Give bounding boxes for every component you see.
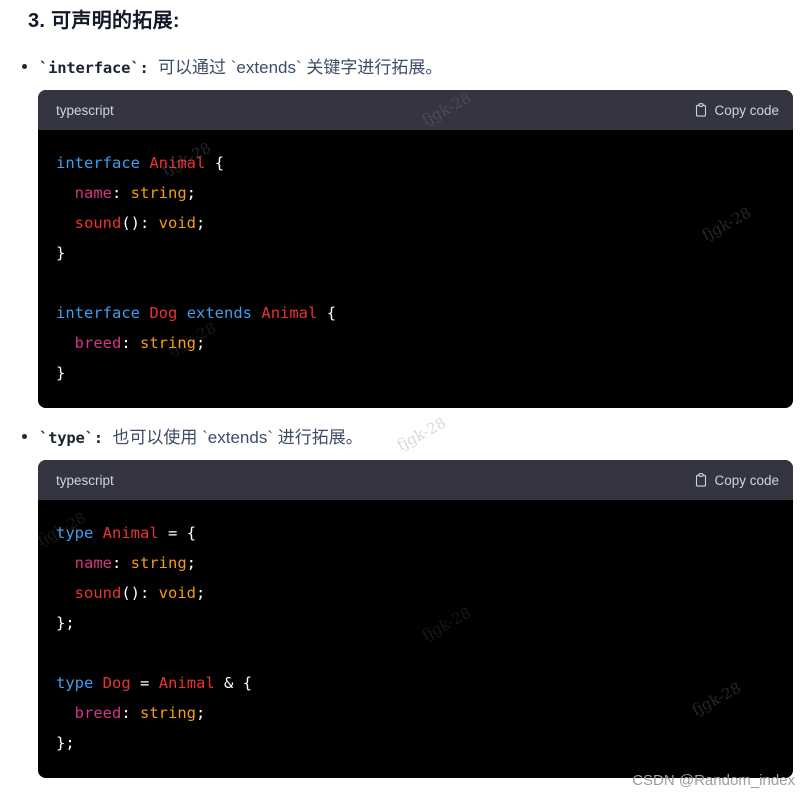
inline-code-interface: `interface`: xyxy=(39,59,149,77)
clipboard-icon xyxy=(695,473,707,487)
copy-code-button[interactable]: Copy code xyxy=(695,103,779,118)
code-text: type Animal = { name: string; sound(): v… xyxy=(56,524,253,752)
csdn-credit-watermark: CSDN @Random_index xyxy=(632,772,795,789)
code-block-header: typescript Copy code xyxy=(38,90,793,130)
list-item: `interface`: 可以通过 `extends` 关键字进行拓展。 xyxy=(22,56,442,80)
copy-code-button[interactable]: Copy code xyxy=(695,473,779,488)
code-text: interface Animal { name: string; sound()… xyxy=(56,154,337,382)
tiled-watermark: fjgk-28 xyxy=(393,413,449,455)
list-item-description: 也可以使用 `extends` 进行拓展。 xyxy=(112,428,363,447)
code-block-header: typescript Copy code xyxy=(38,460,793,500)
list-item: `type`: 也可以使用 `extends` 进行拓展。 xyxy=(22,426,363,450)
page-title: 3. 可声明的拓展: xyxy=(28,10,180,32)
code-language-label: typescript xyxy=(56,472,114,488)
bullet-dot-icon xyxy=(22,434,27,439)
clipboard-icon xyxy=(695,103,707,117)
list-item-description: 可以通过 `extends` 关键字进行拓展。 xyxy=(158,58,443,77)
inline-code-type: `type`: xyxy=(39,429,103,447)
bullet-dot-icon xyxy=(22,64,27,69)
code-block-body[interactable]: type Animal = { name: string; sound(): v… xyxy=(38,500,793,778)
copy-code-label: Copy code xyxy=(714,102,779,118)
code-block-type: typescript Copy code type Animal = { nam… xyxy=(38,460,793,778)
code-block-interface: typescript Copy code interface Animal { … xyxy=(38,90,793,408)
code-block-body[interactable]: interface Animal { name: string; sound()… xyxy=(38,130,793,408)
page-root: 3. 可声明的拓展: `interface`: 可以通过 `extends` 关… xyxy=(0,0,805,793)
list-item-text: `interface`: 可以通过 `extends` 关键字进行拓展。 xyxy=(39,56,442,80)
copy-code-label: Copy code xyxy=(714,472,779,488)
list-item-text: `type`: 也可以使用 `extends` 进行拓展。 xyxy=(39,426,363,450)
code-language-label: typescript xyxy=(56,102,114,118)
